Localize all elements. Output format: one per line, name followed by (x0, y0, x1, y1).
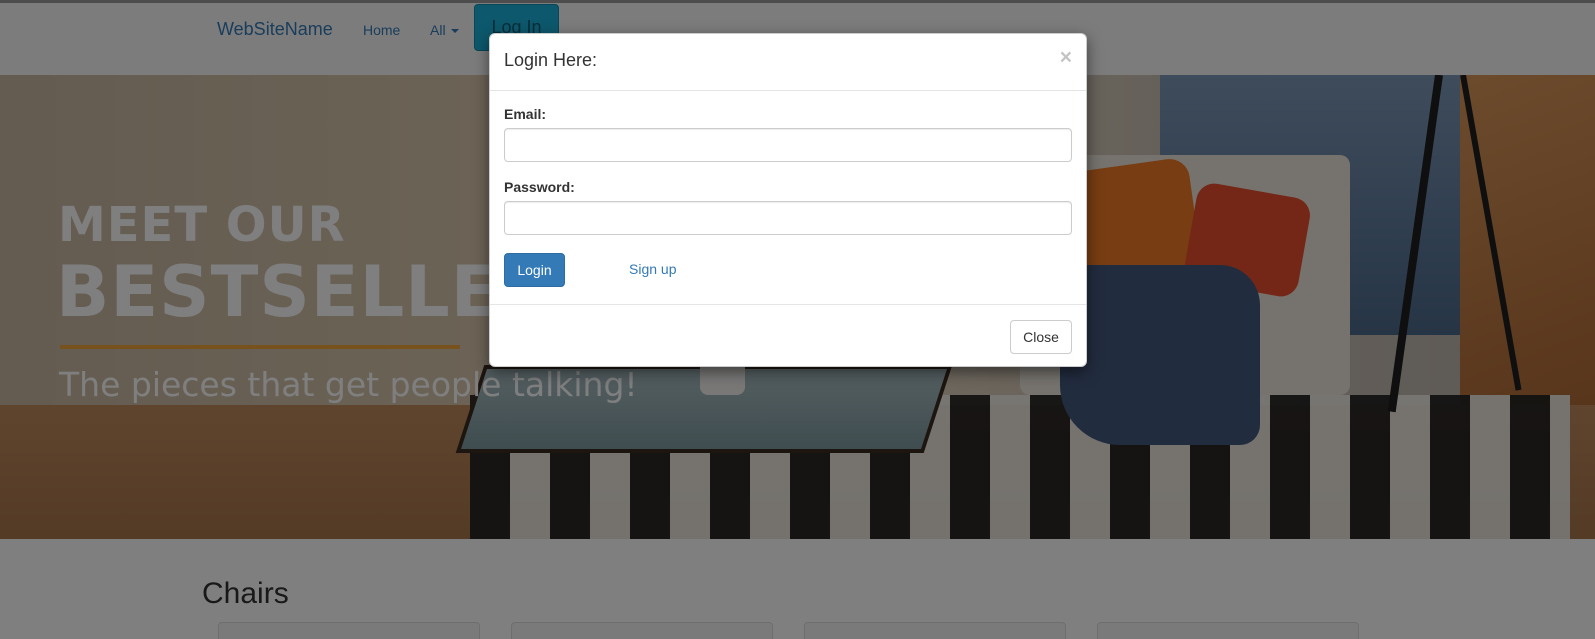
signup-link[interactable]: Sign up (629, 261, 676, 277)
modal-header: Login Here: × (490, 34, 1086, 91)
modal-title: Login Here: (504, 50, 598, 70)
password-field[interactable] (504, 201, 1072, 235)
modal-footer: Close (490, 304, 1086, 367)
password-label: Password: (504, 179, 575, 195)
login-button[interactable]: Login (504, 253, 565, 287)
email-field[interactable] (504, 128, 1072, 162)
email-label: Email: (504, 106, 547, 122)
close-icon[interactable]: × (1060, 46, 1072, 70)
close-button[interactable]: Close (1010, 320, 1072, 354)
page: WebSiteName Home All Log In MEET OUR BES… (0, 0, 1595, 639)
login-modal: Login Here: × Email: Password: Login Sig… (489, 33, 1087, 367)
